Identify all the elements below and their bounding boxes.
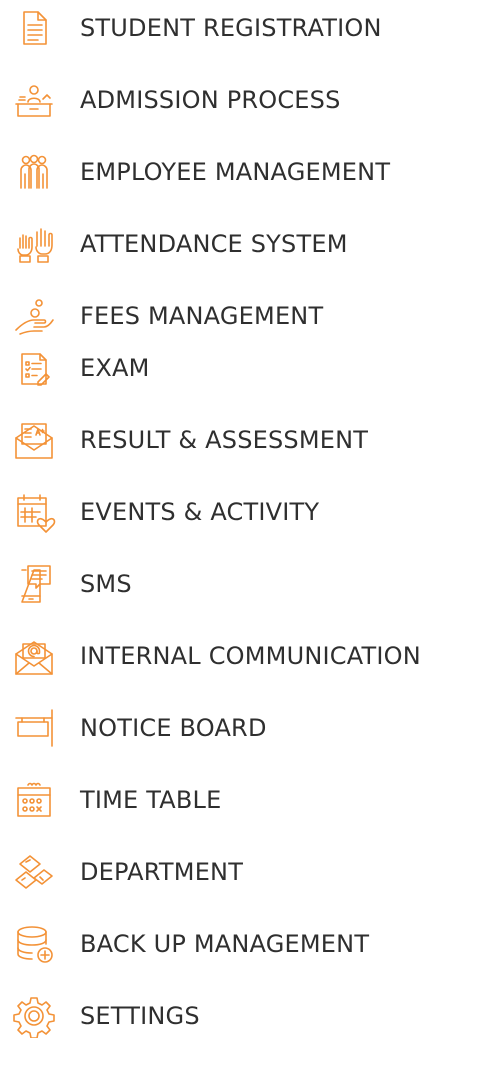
- menu-item-events-activity[interactable]: EVENTS & ACTIVITY: [0, 484, 490, 540]
- menu-item-label: STUDENT REGISTRATION: [80, 14, 382, 42]
- menu-item-back-up-management[interactable]: BACK UP MANAGEMENT: [0, 916, 490, 972]
- menu-item-employee-management[interactable]: EMPLOYEE MANAGEMENT: [0, 144, 490, 200]
- menu-item-label: EMPLOYEE MANAGEMENT: [80, 158, 391, 186]
- menu-item-sms[interactable]: SMS: [0, 556, 490, 612]
- database-backup-icon: [12, 922, 56, 966]
- menu-item-notice-board[interactable]: NOTICE BOARD: [0, 700, 490, 756]
- menu-item-attendance-system[interactable]: ATTENDANCE SYSTEM: [0, 216, 490, 272]
- menu-item-label: BACK UP MANAGEMENT: [80, 930, 370, 958]
- menu-item-label: SETTINGS: [80, 1002, 200, 1030]
- menu-item-label: INTERNAL COMMUNICATION: [80, 642, 421, 670]
- sms-phone-icon: [12, 562, 56, 606]
- raised-hands-icon: [12, 222, 56, 266]
- timetable-calendar-icon: [12, 778, 56, 822]
- exam-paper-icon: [12, 346, 56, 390]
- registration-form-icon: [12, 6, 56, 50]
- menu-item-label: ADMISSION PROCESS: [80, 86, 341, 114]
- menu-item-label: TIME TABLE: [80, 786, 222, 814]
- email-envelope-icon: [12, 634, 56, 678]
- menu-item-label: RESULT & ASSESSMENT: [80, 426, 369, 454]
- menu-item-student-registration[interactable]: STUDENT REGISTRATION: [0, 0, 490, 56]
- event-calendar-icon: [12, 490, 56, 534]
- menu-item-time-table[interactable]: TIME TABLE: [0, 772, 490, 828]
- menu-item-settings[interactable]: SETTINGS: [0, 988, 490, 1044]
- menu-item-department[interactable]: DEPARTMENT: [0, 844, 490, 900]
- module-menu: STUDENT REGISTRATION ADMISSION PROCESS E…: [0, 0, 490, 1076]
- menu-item-admission-process[interactable]: ADMISSION PROCESS: [0, 72, 490, 128]
- menu-item-fees-management[interactable]: FEES MANAGEMENT: [0, 288, 490, 344]
- menu-item-label: ATTENDANCE SYSTEM: [80, 230, 348, 258]
- menu-item-result-assessment[interactable]: RESULT & ASSESSMENT: [0, 412, 490, 468]
- result-envelope-icon: [12, 418, 56, 462]
- department-blocks-icon: [12, 850, 56, 894]
- menu-item-internal-communication[interactable]: INTERNAL COMMUNICATION: [0, 628, 490, 684]
- menu-item-label: EXAM: [80, 354, 150, 382]
- menu-item-label: FEES MANAGEMENT: [80, 302, 324, 330]
- menu-item-label: DEPARTMENT: [80, 858, 244, 886]
- gear-icon: [12, 994, 56, 1038]
- menu-item-label: EVENTS & ACTIVITY: [80, 498, 320, 526]
- employees-group-icon: [12, 150, 56, 194]
- notice-board-icon: [12, 706, 56, 750]
- menu-item-exam[interactable]: EXAM: [0, 340, 490, 396]
- menu-item-label: SMS: [80, 570, 132, 598]
- admission-desk-icon: [12, 78, 56, 122]
- hand-coin-icon: [12, 294, 56, 338]
- menu-item-label: NOTICE BOARD: [80, 714, 267, 742]
